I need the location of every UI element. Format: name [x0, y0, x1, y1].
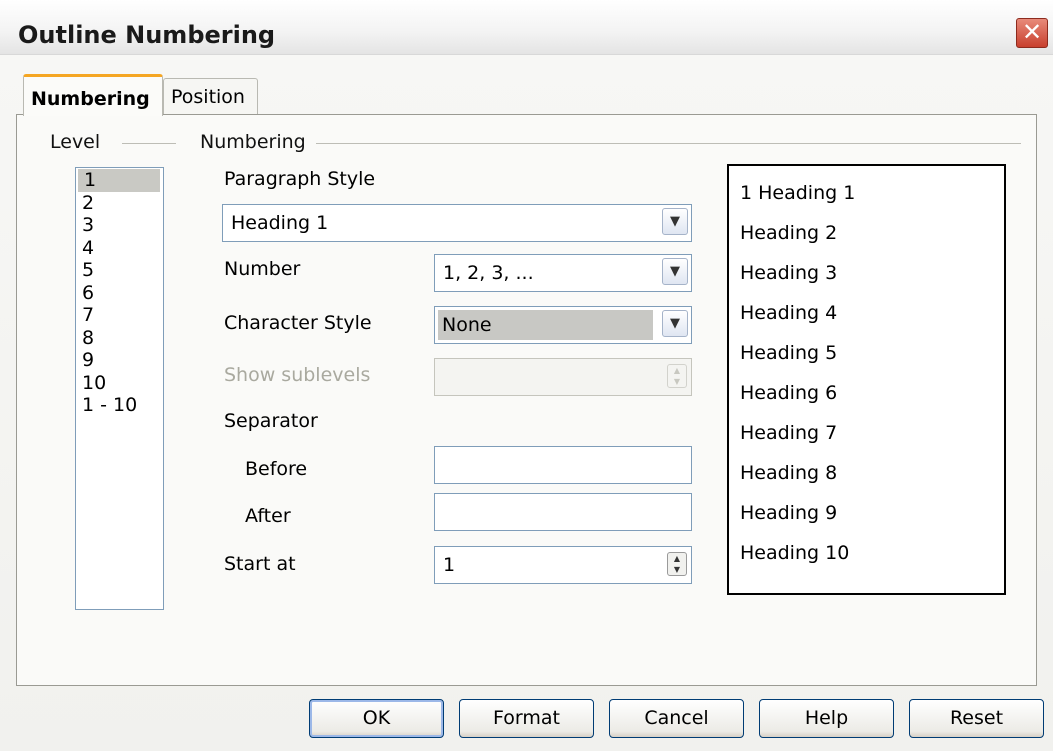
chevron-down-icon[interactable]: ▼ — [662, 258, 688, 285]
preview-line: Heading 9 — [740, 502, 838, 524]
level-item-2[interactable]: 2 — [76, 192, 163, 215]
start-at-label: Start at — [224, 553, 296, 575]
after-input[interactable] — [434, 493, 692, 531]
help-button[interactable]: Help — [759, 699, 894, 738]
level-item-1[interactable]: 1 — [78, 169, 160, 192]
after-label: After — [245, 505, 291, 527]
preview-line: Heading 8 — [740, 462, 838, 484]
level-group-label: Level — [50, 131, 101, 153]
preview-line: Heading 6 — [740, 382, 838, 404]
before-label: Before — [245, 458, 308, 480]
character-style-value: None — [438, 310, 653, 340]
start-at-value: 1 — [443, 554, 456, 576]
preview-line: Heading 2 — [740, 222, 838, 244]
before-input[interactable] — [434, 446, 692, 484]
level-item-10[interactable]: 10 — [76, 372, 163, 395]
start-at-spinner[interactable]: 1 ▲ ▼ — [434, 546, 692, 584]
number-value: 1, 2, 3, ... — [443, 262, 534, 284]
reset-button[interactable]: Reset — [909, 699, 1044, 738]
character-style-dropdown[interactable]: None ▼ — [434, 306, 692, 344]
tab-position[interactable]: Position — [163, 78, 258, 114]
level-item-3[interactable]: 3 — [76, 214, 163, 237]
tab-numbering[interactable]: Numbering — [23, 74, 163, 116]
level-list[interactable]: 1 2 3 4 5 6 7 8 9 10 1 - 10 — [75, 167, 164, 610]
paragraph-style-label: Paragraph Style — [224, 168, 376, 190]
preview-line: Heading 7 — [740, 422, 838, 444]
format-button[interactable]: Format — [459, 699, 594, 738]
preview-line: Heading 3 — [740, 262, 838, 284]
spin-arrows-icon[interactable]: ▲ ▼ — [667, 552, 687, 576]
level-item-8[interactable]: 8 — [76, 327, 163, 350]
preview-line: Heading 5 — [740, 342, 838, 364]
level-item-7[interactable]: 7 — [76, 304, 163, 327]
close-icon[interactable]: ✕ — [1016, 18, 1048, 48]
show-sublevels-spinner[interactable]: ▲ ▼ — [434, 358, 692, 396]
numbering-group-label: Numbering — [200, 131, 306, 153]
separator-label: Separator — [224, 410, 318, 432]
chevron-down-icon[interactable]: ▼ — [662, 208, 688, 235]
number-label: Number — [224, 258, 301, 280]
ok-button[interactable]: OK — [309, 699, 444, 738]
level-item-6[interactable]: 6 — [76, 282, 163, 305]
level-item-5[interactable]: 5 — [76, 259, 163, 282]
level-divider — [122, 143, 176, 144]
preview-line: 1 Heading 1 — [740, 182, 856, 204]
window-title: Outline Numbering — [18, 21, 276, 49]
show-sublevels-label: Show sublevels — [224, 364, 371, 386]
level-item-9[interactable]: 9 — [76, 349, 163, 372]
number-dropdown[interactable]: 1, 2, 3, ... ▼ — [434, 254, 692, 292]
chevron-down-icon[interactable]: ▼ — [662, 310, 688, 337]
numbering-divider — [316, 143, 1021, 144]
paragraph-style-value: Heading 1 — [231, 212, 329, 234]
level-item-4[interactable]: 4 — [76, 237, 163, 260]
paragraph-style-dropdown[interactable]: Heading 1 ▼ — [222, 204, 692, 242]
character-style-label: Character Style — [224, 312, 372, 334]
preview-line: Heading 4 — [740, 302, 838, 324]
preview-line: Heading 10 — [740, 542, 850, 564]
level-item-all[interactable]: 1 - 10 — [76, 394, 163, 417]
numbering-preview: 1 Heading 1 Heading 2 Heading 3 Heading … — [727, 164, 1006, 595]
title-bar: Outline Numbering ✕ — [0, 0, 1053, 55]
cancel-button[interactable]: Cancel — [609, 699, 744, 738]
spin-arrows-icon[interactable]: ▲ ▼ — [667, 364, 687, 388]
